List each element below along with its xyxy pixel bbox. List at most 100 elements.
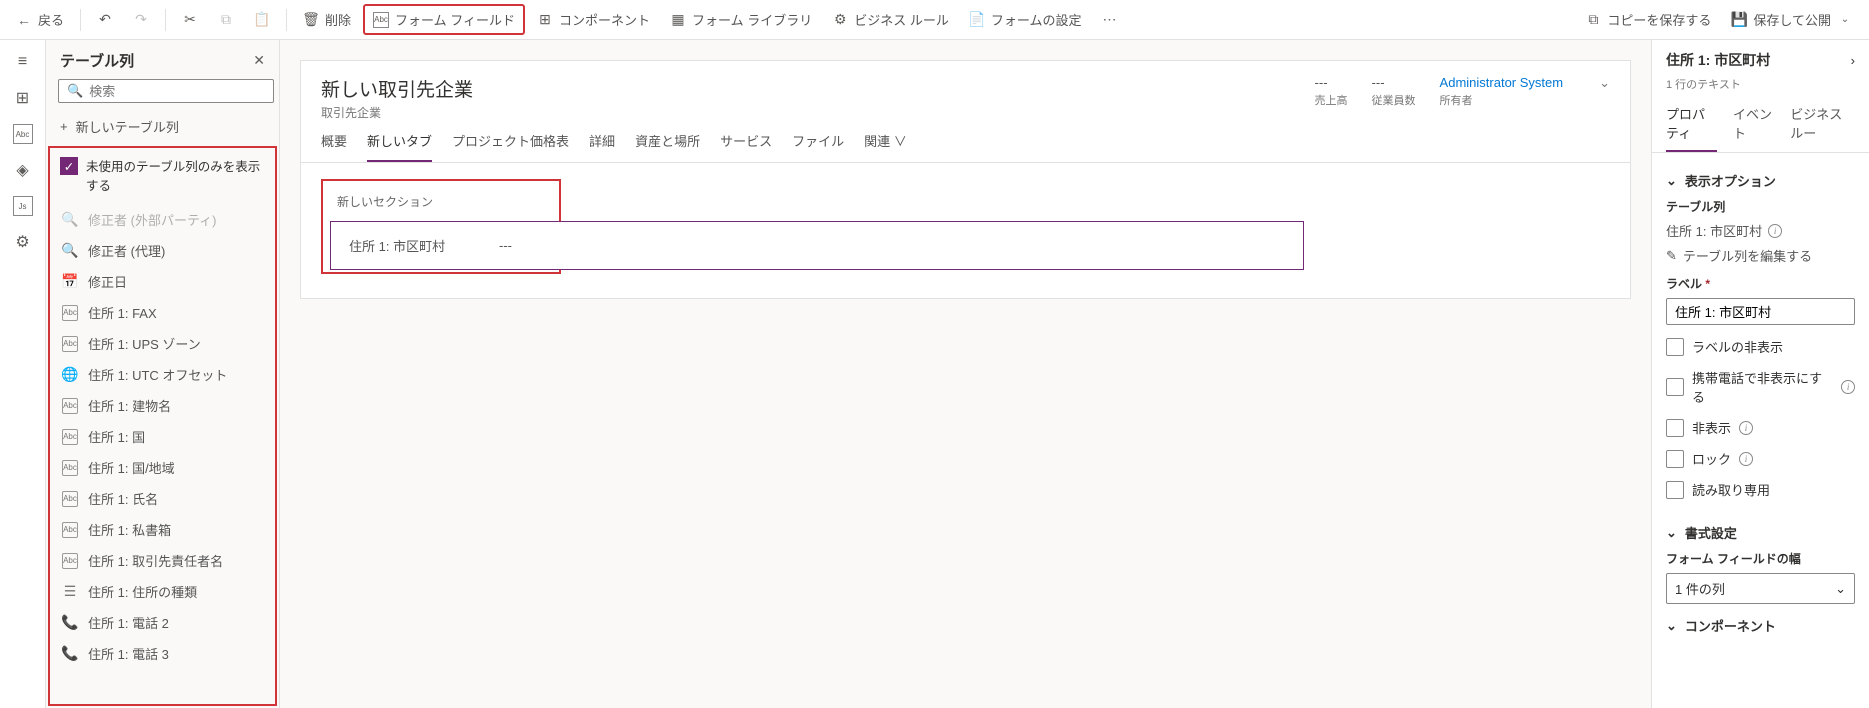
columns-list-highlight: ✓ 未使用のテーブル列のみを表示する 🔍修正者 (外部パーティ)🔍修正者 (代理… xyxy=(48,146,277,706)
checkbox-icon xyxy=(1666,481,1684,499)
list-item[interactable]: Abc住所 1: 国 xyxy=(50,421,275,452)
formatting-header[interactable]: ⌄ 書式設定 xyxy=(1666,523,1855,542)
business-rule-button[interactable]: ⚙ ビジネス ルール xyxy=(824,6,957,33)
rp-tab[interactable]: イベント xyxy=(1733,104,1774,152)
list-item-label: 修正者 (外部パーティ) xyxy=(88,210,217,229)
checkbox-row[interactable]: ラベルの非表示 xyxy=(1666,337,1855,356)
form-tab[interactable]: 関連 ∨ xyxy=(864,131,907,162)
table-columns-panel: テーブル列 ✕ 🔍 ▽ ⌄ + 新しいテーブル列 ✓ 未使用のテーブル列のみを表… xyxy=(46,40,280,708)
top-toolbar: ← 戻る ↶ ↷ ✂ ⧉ 📋 🗑 削除 Abc フォーム フィールド ⊞ コンポ… xyxy=(0,0,1869,40)
list-item[interactable]: 🔍修正者 (代理) xyxy=(50,235,275,266)
flow-icon[interactable]: ⚙ xyxy=(13,232,33,252)
undo-button[interactable]: ↶ xyxy=(89,8,121,32)
edit-column-link[interactable]: ✎ テーブル列を編集する xyxy=(1666,246,1855,265)
checkbox-row[interactable]: 読み取り専用 xyxy=(1666,480,1855,499)
checkbox-icon xyxy=(1666,338,1684,356)
tree-icon[interactable]: ⊞ xyxy=(13,88,33,108)
js-icon[interactable]: Js xyxy=(13,196,33,216)
search-input-wrapper[interactable]: 🔍 xyxy=(58,79,274,103)
checkbox-row[interactable]: 携帯電話で非表示にするi xyxy=(1666,368,1855,406)
field-label: 住所 1: 市区町村 xyxy=(349,236,499,255)
delete-button[interactable]: 🗑 削除 xyxy=(295,6,359,33)
checkbox-row[interactable]: 非表示i xyxy=(1666,418,1855,437)
form-tab[interactable]: ファイル xyxy=(792,131,844,162)
checkbox-label: 読み取り専用 xyxy=(1692,480,1770,499)
properties-panel: 住所 1: 市区町村 › 1 行のテキスト プロパティイベントビジネス ルー ⌄… xyxy=(1651,40,1869,708)
components-header[interactable]: ⌄ コンポーネント xyxy=(1666,616,1855,635)
cut-button[interactable]: ✂ xyxy=(174,8,206,32)
field-width-select[interactable]: 1 件の列 ⌄ xyxy=(1666,573,1855,604)
selected-field[interactable]: 住所 1: 市区町村 --- xyxy=(330,221,1304,270)
columns-list[interactable]: 🔍修正者 (外部パーティ)🔍修正者 (代理)📅修正日Abc住所 1: FAXAb… xyxy=(50,204,275,704)
redo-button[interactable]: ↷ xyxy=(125,8,157,32)
display-options-label: 表示オプション xyxy=(1685,171,1776,190)
info-icon[interactable]: i xyxy=(1768,224,1782,238)
list-item[interactable]: 🌐住所 1: UTC オフセット xyxy=(50,359,275,390)
rp-tab[interactable]: プロパティ xyxy=(1666,104,1717,152)
label-heading: ラベル * xyxy=(1666,275,1855,292)
delete-label: 削除 xyxy=(325,10,351,29)
list-item[interactable]: ☰住所 1: 住所の種類 xyxy=(50,576,275,607)
checkbox-checked-icon: ✓ xyxy=(60,157,78,175)
display-options-header[interactable]: ⌄ 表示オプション xyxy=(1666,171,1855,190)
abc-icon: Abc xyxy=(62,305,78,321)
form-tab[interactable]: プロジェクト価格表 xyxy=(452,131,569,162)
add-column-label: 新しいテーブル列 xyxy=(76,117,179,136)
info-icon[interactable]: i xyxy=(1739,421,1753,435)
list-item[interactable]: Abc住所 1: 建物名 xyxy=(50,390,275,421)
list-item[interactable]: Abc住所 1: UPS ゾーン xyxy=(50,328,275,359)
form-tab[interactable]: 概要 xyxy=(321,131,347,162)
chevron-down-icon[interactable]: ⌄ xyxy=(1599,75,1610,91)
table-column-heading: テーブル列 xyxy=(1666,198,1855,215)
save-publish-button[interactable]: 💾 保存して公開 ⌄ xyxy=(1723,6,1861,33)
stat-revenue: --- 売上高 xyxy=(1315,75,1348,108)
form-tab[interactable]: 詳細 xyxy=(589,131,615,162)
list-item[interactable]: Abc住所 1: 国/地域 xyxy=(50,452,275,483)
search-input[interactable] xyxy=(89,84,265,99)
show-unused-toggle[interactable]: ✓ 未使用のテーブル列のみを表示する xyxy=(50,148,275,204)
list-item[interactable]: Abc住所 1: 私書箱 xyxy=(50,514,275,545)
copy-button[interactable]: ⧉ xyxy=(210,8,242,32)
stat-label: 従業員数 xyxy=(1372,92,1416,108)
settings-icon: 📄 xyxy=(969,12,985,28)
show-unused-label: 未使用のテーブル列のみを表示する xyxy=(86,156,265,194)
form-tab[interactable]: 新しいタブ xyxy=(367,131,432,162)
field-rail-icon[interactable]: Abc xyxy=(13,124,33,144)
list-item[interactable]: 📞住所 1: 電話 2 xyxy=(50,607,275,638)
layers-icon[interactable]: ◈ xyxy=(13,160,33,180)
component-button[interactable]: ⊞ コンポーネント xyxy=(529,6,658,33)
publish-icon: 💾 xyxy=(1731,12,1747,28)
rp-tab[interactable]: ビジネス ルー xyxy=(1790,104,1855,152)
close-icon[interactable]: ✕ xyxy=(253,52,265,69)
separator xyxy=(286,9,287,31)
list-item[interactable]: 🔍修正者 (外部パーティ) xyxy=(50,204,275,235)
rp-subtitle: 1 行のテキスト xyxy=(1652,76,1869,98)
back-button[interactable]: ← 戻る xyxy=(8,6,72,33)
pencil-icon: ✎ xyxy=(1666,248,1677,264)
info-icon[interactable]: i xyxy=(1841,380,1855,394)
form-library-button[interactable]: ▦ フォーム ライブラリ xyxy=(662,6,820,33)
paste-button[interactable]: 📋 xyxy=(246,8,278,32)
list-item[interactable]: Abc住所 1: 氏名 xyxy=(50,483,275,514)
list-item[interactable]: 📞住所 1: 電話 3 xyxy=(50,638,275,669)
more-button[interactable]: ⋯ xyxy=(1094,8,1126,32)
list-item-label: 住所 1: 電話 2 xyxy=(88,613,169,632)
form-field-button[interactable]: Abc フォーム フィールド xyxy=(363,4,525,35)
list-icon: ☰ xyxy=(62,584,78,600)
info-icon[interactable]: i xyxy=(1739,452,1753,466)
list-item[interactable]: Abc住所 1: FAX xyxy=(50,297,275,328)
paste-icon: 📋 xyxy=(254,12,270,28)
chevron-right-icon[interactable]: › xyxy=(1851,53,1855,68)
list-item[interactable]: Abc住所 1: 取引先責任者名 xyxy=(50,545,275,576)
form-tab[interactable]: サービス xyxy=(720,131,772,162)
list-item[interactable]: 📅修正日 xyxy=(50,266,275,297)
hamburger-icon[interactable]: ≡ xyxy=(13,52,33,72)
components-label: コンポーネント xyxy=(1685,616,1776,635)
checkbox-row[interactable]: ロックi xyxy=(1666,449,1855,468)
list-item-label: 住所 1: UTC オフセット xyxy=(88,365,227,384)
form-settings-button[interactable]: 📄 フォームの設定 xyxy=(961,6,1090,33)
form-tab[interactable]: 資産と場所 xyxy=(635,131,700,162)
add-column-button[interactable]: + 新しいテーブル列 xyxy=(46,111,279,146)
save-copy-button[interactable]: ⧉ コピーを保存する xyxy=(1577,6,1719,33)
label-input[interactable] xyxy=(1666,298,1855,325)
